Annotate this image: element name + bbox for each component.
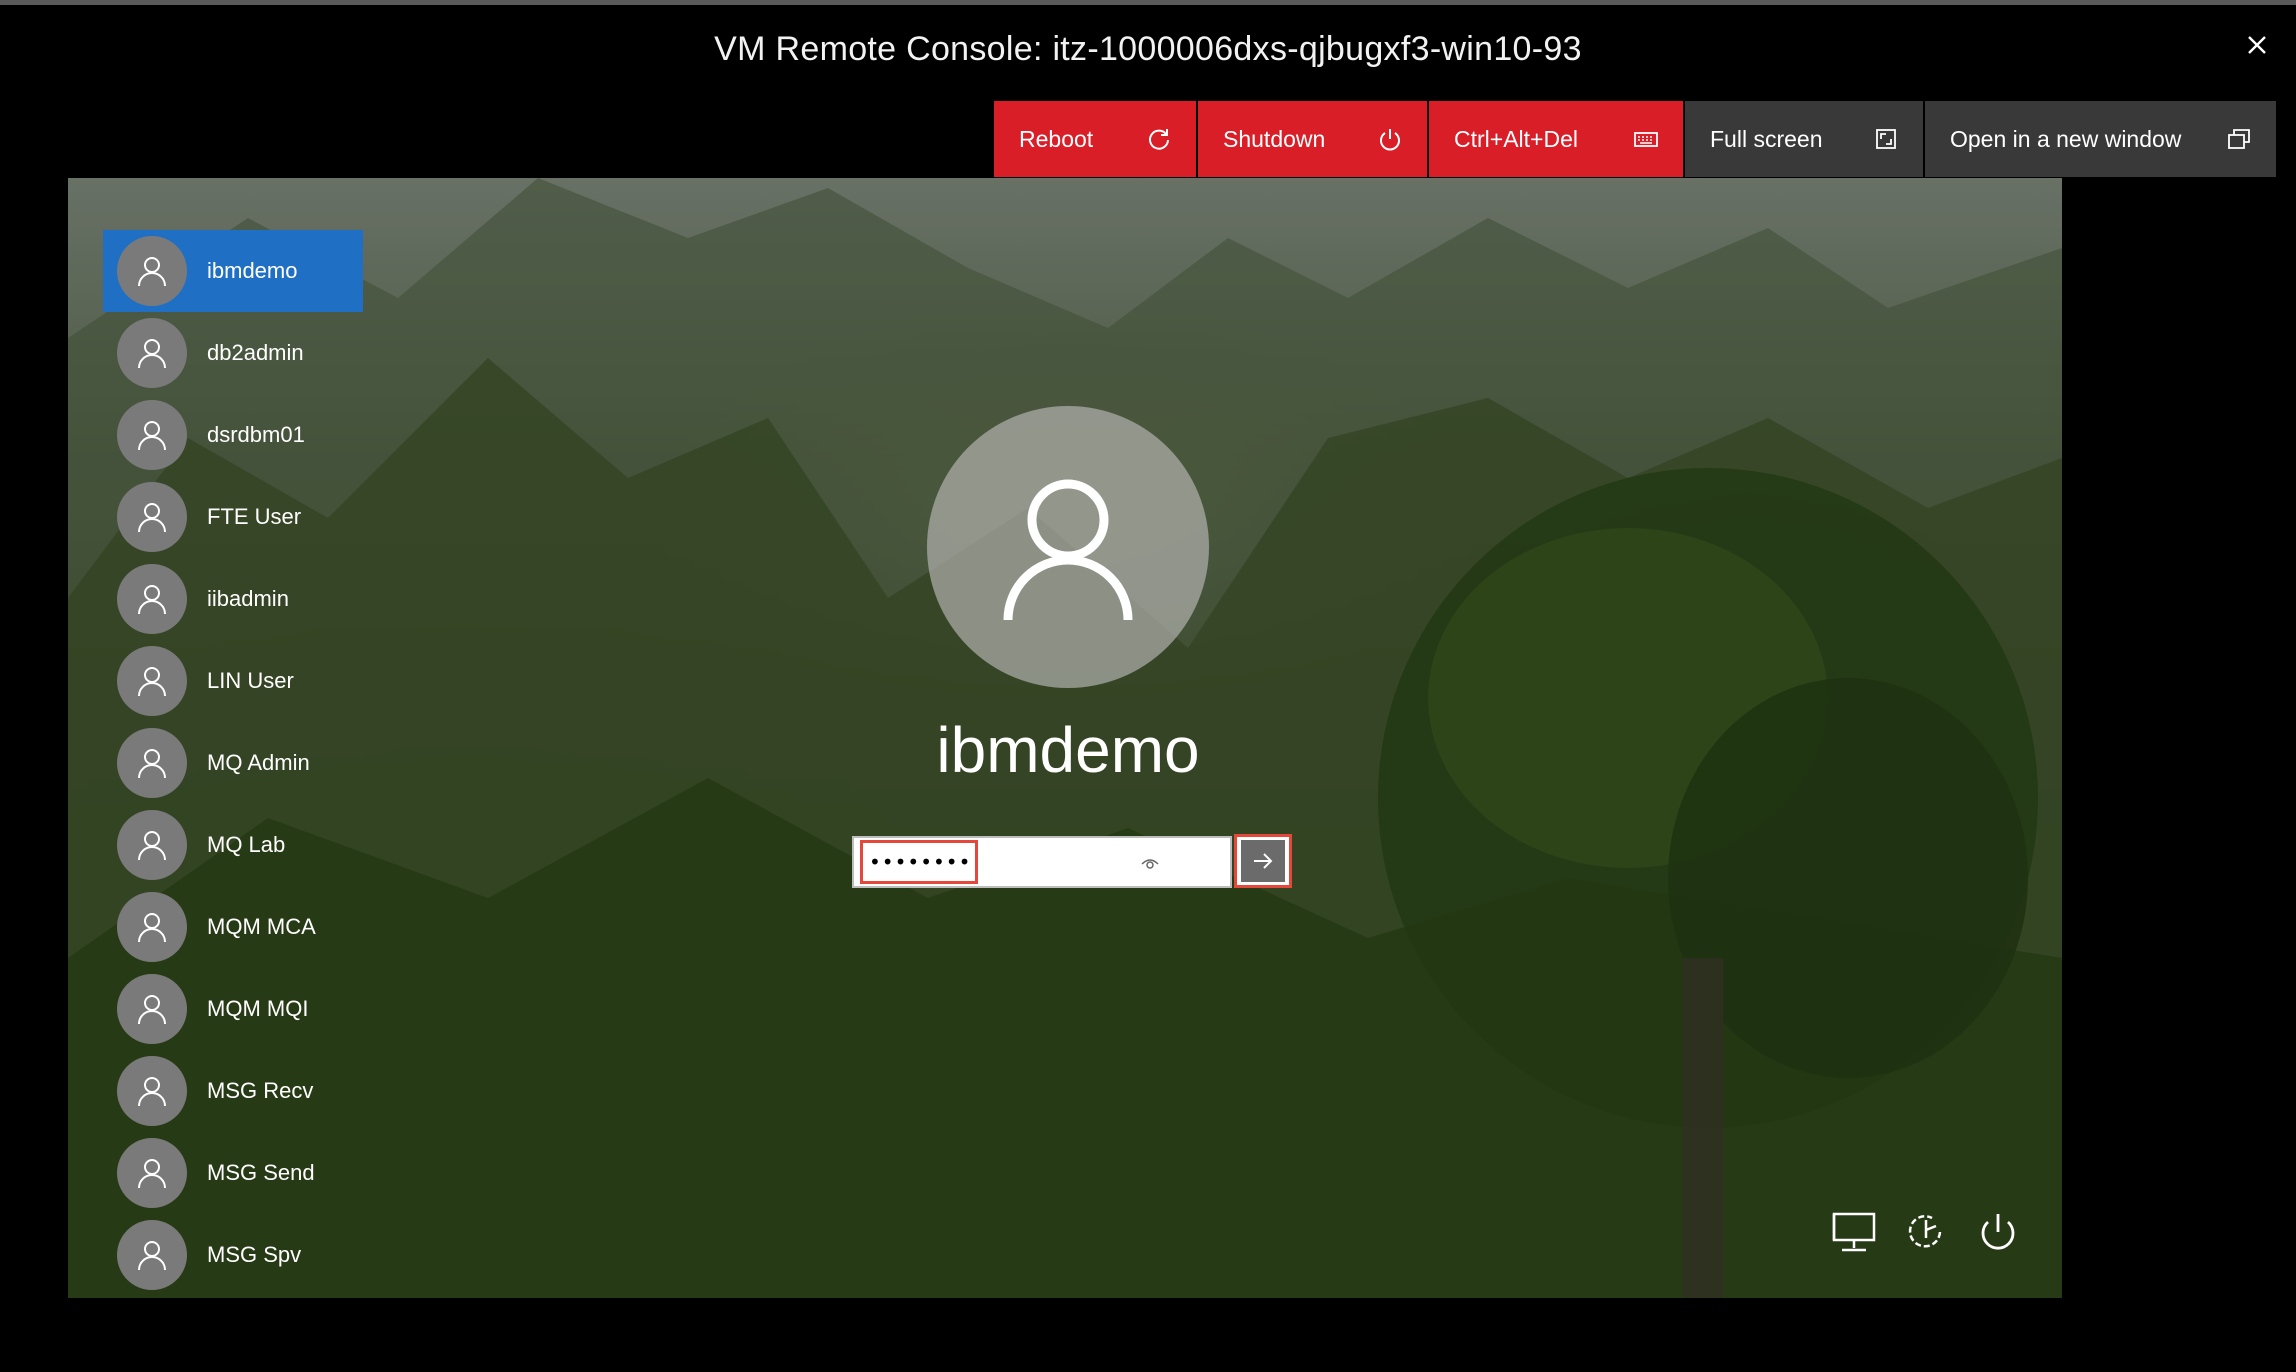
user-name: iibadmin [207, 586, 289, 611]
user-avatar [117, 728, 187, 798]
user-item-msg-recv[interactable]: MSG Recv [103, 1050, 403, 1132]
ctrl-alt-del-label: Ctrl+Alt+Del [1454, 125, 1578, 152]
user-item-ibmdemo[interactable]: ibmdemo [103, 230, 363, 312]
user-name: db2admin [207, 340, 304, 365]
user-icon [138, 831, 166, 861]
password-field[interactable]: •••••••• [852, 836, 1232, 888]
selected-user-avatar [927, 406, 1209, 688]
power-icon[interactable] [1974, 1208, 2022, 1256]
fullscreen-icon [1876, 129, 1896, 149]
open-new-window-label: Open in a new window [1950, 125, 2182, 152]
user-name: MSG Spv [207, 1242, 302, 1267]
user-item-iibadmin[interactable]: iibadmin [103, 558, 403, 640]
submit-button[interactable] [1234, 834, 1292, 888]
user-item-lin-user[interactable]: LIN User [103, 640, 403, 722]
user-item-mqm-mqi[interactable]: MQM MQI [103, 968, 403, 1050]
user-name: MQM MQI [207, 996, 309, 1021]
user-list: ibmdemo db2admin dsrdbm01 FTE User iibad… [103, 230, 403, 1296]
user-avatar [117, 974, 187, 1044]
user-icon [138, 1077, 166, 1107]
console-toolbar: Reboot Shutdown Ctrl+Alt+Del Full screen… [992, 101, 2276, 177]
user-icon [138, 749, 166, 779]
ctrl-alt-del-button[interactable]: Ctrl+Alt+Del [1429, 101, 1683, 177]
shutdown-label: Shutdown [1223, 125, 1326, 152]
user-item-mqm-mca[interactable]: MQM MCA [103, 886, 403, 968]
password-input[interactable]: •••••••• [860, 840, 978, 884]
user-name: ibmdemo [207, 258, 298, 283]
user-name: MQ Admin [207, 750, 310, 775]
shutdown-button[interactable]: Shutdown [1198, 101, 1427, 177]
user-avatar [117, 318, 187, 388]
window-title: VM Remote Console: itz-1000006dxs-qjbugx… [714, 30, 1582, 68]
keyboard-icon [1634, 132, 1658, 147]
user-avatar [117, 1220, 187, 1290]
full-screen-button[interactable]: Full screen [1685, 101, 1923, 177]
user-icon [138, 1159, 166, 1189]
user-icon [138, 585, 166, 615]
user-name: MQ Lab [207, 832, 286, 857]
user-name: MSG Recv [207, 1078, 314, 1103]
user-item-dsrdbm01[interactable]: dsrdbm01 [103, 394, 403, 476]
user-icon [1003, 479, 1133, 621]
user-icon [138, 913, 166, 943]
user-item-fte-user[interactable]: FTE User [103, 476, 403, 558]
user-name: dsrdbm01 [207, 422, 305, 447]
submit-button-face [1241, 840, 1285, 882]
user-name: MQM MCA [207, 914, 316, 939]
user-icon [138, 995, 166, 1025]
user-avatar [117, 1056, 187, 1126]
user-item-mq-admin[interactable]: MQ Admin [103, 722, 403, 804]
login-bottom-icons [1830, 1208, 2022, 1256]
user-item-msg-spv[interactable]: MSG Spv [103, 1214, 403, 1296]
open-new-window-button[interactable]: Open in a new window [1925, 101, 2276, 177]
user-name: MSG Send [207, 1160, 315, 1185]
restart-icon [1149, 129, 1169, 150]
user-name: FTE User [207, 504, 302, 529]
power-icon [1380, 129, 1400, 151]
full-screen-label: Full screen [1710, 125, 1823, 152]
user-icon [138, 503, 166, 533]
user-icon [138, 339, 166, 369]
accessibility-icon[interactable] [1902, 1208, 1950, 1256]
arrow-right-icon [1254, 853, 1273, 869]
user-avatar [117, 482, 187, 552]
user-avatar [117, 810, 187, 880]
user-icon [138, 1241, 166, 1271]
vm-screen[interactable]: ibmdemo db2admin dsrdbm01 FTE User iibad… [68, 178, 2062, 1298]
selected-username: ibmdemo [936, 714, 1200, 786]
user-avatar [117, 400, 187, 470]
user-avatar [117, 564, 187, 634]
reboot-label: Reboot [1019, 125, 1094, 152]
user-item-mq-lab[interactable]: MQ Lab [103, 804, 403, 886]
eye-icon[interactable] [1140, 853, 1160, 873]
user-avatar [117, 892, 187, 962]
user-name: LIN User [207, 668, 294, 693]
network-icon[interactable] [1830, 1208, 1878, 1256]
user-avatar [117, 1138, 187, 1208]
user-item-db2admin[interactable]: db2admin [103, 312, 403, 394]
user-item-msg-send[interactable]: MSG Send [103, 1132, 403, 1214]
user-icon [138, 421, 166, 451]
user-icon [138, 257, 166, 287]
user-avatar [117, 646, 187, 716]
new-window-icon [2228, 129, 2250, 149]
window-top-border [0, 0, 2296, 5]
user-avatar [117, 236, 187, 306]
close-icon[interactable] [2240, 28, 2274, 62]
user-icon [138, 667, 166, 697]
reboot-button[interactable]: Reboot [994, 101, 1196, 177]
